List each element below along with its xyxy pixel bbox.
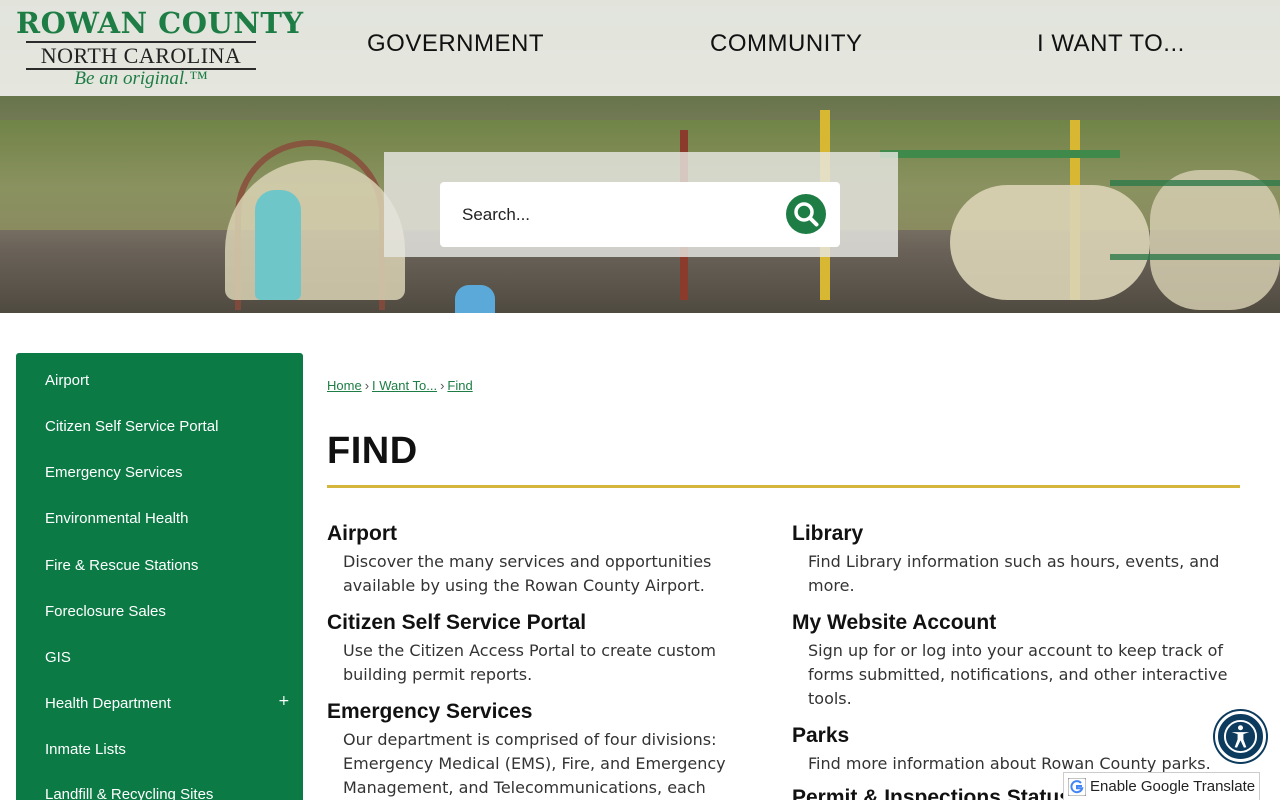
- breadcrumb-home[interactable]: Home: [327, 378, 362, 393]
- google-translate-label: Enable Google Translate: [1090, 778, 1256, 795]
- entry-title-emergency-services[interactable]: Emergency Services: [327, 700, 532, 724]
- breadcrumb-separator: ›: [440, 378, 445, 393]
- entry-title-my-website-account[interactable]: My Website Account: [792, 611, 996, 635]
- nav-i-want-to[interactable]: I WANT TO...: [1037, 30, 1185, 66]
- sidebar-nav: Airport Citizen Self Service Portal Emer…: [16, 353, 303, 800]
- logo-tagline: Be an original.™: [74, 68, 208, 89]
- sidebar-item-emergency-services[interactable]: Emergency Services: [45, 464, 295, 488]
- search-icon: [794, 202, 819, 227]
- title-divider: [327, 485, 1240, 488]
- entry-desc-airport: Discover the many services and opportuni…: [343, 552, 712, 595]
- site-header: ROWAN COUNTY NORTH CAROLINA Be an origin…: [0, 0, 1280, 96]
- expand-icon[interactable]: +: [278, 693, 290, 709]
- breadcrumb-i-want-to[interactable]: I Want To...: [372, 378, 437, 393]
- sidebar-item-environmental-health[interactable]: Environmental Health: [45, 510, 295, 534]
- search-input[interactable]: [462, 202, 782, 228]
- sidebar-item-gis[interactable]: GIS: [45, 649, 295, 673]
- entry-desc-my-website-account: Sign up for or log into your account to …: [808, 641, 1228, 708]
- hero-fence: [1110, 180, 1280, 260]
- county-logo[interactable]: ROWAN COUNTY NORTH CAROLINA Be an origin…: [16, 6, 304, 92]
- sidebar-item-health-department[interactable]: Health Department: [45, 695, 295, 719]
- breadcrumb-separator: ›: [364, 378, 370, 393]
- google-translate-icon: [1068, 778, 1086, 796]
- entry-title-parks[interactable]: Parks: [792, 724, 849, 748]
- hero-person: [255, 190, 301, 300]
- sidebar-item-airport[interactable]: Airport: [45, 372, 295, 396]
- hero-rail: [880, 150, 1120, 158]
- sidebar-item-inmate-lists[interactable]: Inmate Lists: [45, 741, 295, 765]
- nav-government[interactable]: GOVERNMENT: [367, 30, 544, 66]
- sidebar-item-fire-rescue-stations[interactable]: Fire & Rescue Stations: [45, 557, 295, 581]
- nav-community[interactable]: COMMUNITY: [710, 30, 862, 66]
- accessibility-button[interactable]: [1215, 711, 1266, 762]
- page-title: FIND: [327, 430, 418, 472]
- search-button[interactable]: [786, 194, 826, 234]
- sidebar-item-citizen-self-service-portal[interactable]: Citizen Self Service Portal: [45, 418, 295, 442]
- entry-title-permit-inspections-status[interactable]: Permit & Inspections Status: [792, 786, 1071, 800]
- entry-title-airport[interactable]: Airport: [327, 522, 397, 546]
- accessibility-icon: [1223, 719, 1258, 754]
- breadcrumb-find[interactable]: Find: [447, 378, 472, 393]
- entry-desc-library: Find Library information such as hours, …: [808, 552, 1220, 595]
- entry-desc-citizen-self-service-portal: Use the Citizen Access Portal to create …: [343, 641, 716, 684]
- entry-title-library[interactable]: Library: [792, 522, 863, 546]
- logo-county-name: ROWAN COUNTY: [16, 6, 304, 40]
- sidebar-item-landfill-recycling-sites[interactable]: Landfill & Recycling Sites: [45, 786, 295, 800]
- sidebar-item-foreclosure-sales[interactable]: Foreclosure Sales: [45, 603, 295, 627]
- entry-title-citizen-self-service-portal[interactable]: Citizen Self Service Portal: [327, 611, 586, 635]
- hero-person: [455, 285, 495, 313]
- search-box: [440, 182, 840, 247]
- entry-desc-emergency-services: Our department is comprised of four divi…: [343, 730, 726, 797]
- google-translate-button[interactable]: Enable Google Translate: [1063, 772, 1260, 800]
- logo-state-name: NORTH CAROLINA: [40, 43, 242, 68]
- breadcrumb: Home › I Want To... › Find: [327, 378, 473, 396]
